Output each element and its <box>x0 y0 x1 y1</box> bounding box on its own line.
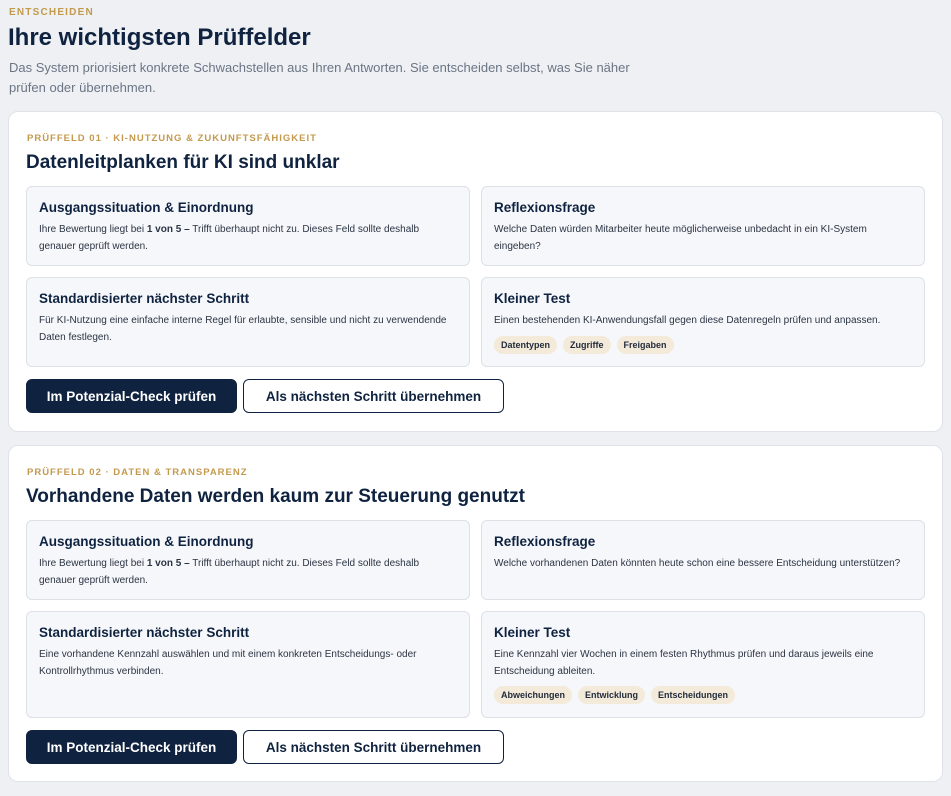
tag: Freigaben <box>616 335 674 354</box>
page-description: Das System priorisiert konkrete Schwachs… <box>9 60 630 95</box>
tag-list: Datentypen Zugriffe Freigaben <box>494 335 912 354</box>
test-box: Kleiner Test Einen bestehenden KI-Anwend… <box>481 277 925 367</box>
situation-text: Ihre Bewertung liegt bei 1 von 5 – Triff… <box>39 558 420 586</box>
situation-box: Ausgangssituation & Einordnung Ihre Bewe… <box>26 186 470 266</box>
situation-title: Ausgangssituation & Einordnung <box>39 200 254 215</box>
next-step-text: Für KI-Nutzung eine einfache interne Reg… <box>39 315 447 343</box>
situation-box: Ausgangssituation & Einordnung Ihre Bewe… <box>26 520 470 600</box>
field-eyebrow: PRÜFFELD 01 · KI-NUTZUNG & ZUKUNFTSFÄHIG… <box>27 133 317 144</box>
test-text: Eine Kennzahl vier Wochen in einem feste… <box>494 649 874 677</box>
reflection-box: Reflexionsfrage Welche Daten würden Mita… <box>481 186 925 266</box>
test-box: Kleiner Test Eine Kennzahl vier Wochen i… <box>481 611 925 718</box>
field-title: Datenleitplanken für KI sind unklar <box>26 152 340 173</box>
potential-check-button[interactable]: Im Potenzial-Check prüfen <box>26 730 237 764</box>
next-step-box: Standardisierter nächster Schritt Eine v… <box>26 611 470 718</box>
tag: Datentypen <box>494 335 558 354</box>
potential-check-button[interactable]: Im Potenzial-Check prüfen <box>26 379 237 413</box>
adopt-next-step-button[interactable]: Als nächsten Schritt übernehmen <box>243 379 504 413</box>
reflection-text: Welche vorhandenen Daten könnten heute s… <box>494 558 901 569</box>
tag: Entwicklung <box>578 686 646 704</box>
reflection-title: Reflexionsfrage <box>494 200 596 215</box>
reflection-box: Reflexionsfrage Welche vorhandenen Daten… <box>481 520 925 600</box>
field-card-02: PRÜFFELD 02 · DATEN & TRANSPARENZ Vorhan… <box>8 445 943 782</box>
page-title: Ihre wichtigsten Prüffelder <box>8 24 311 51</box>
field-title: Vorhandene Daten werden kaum zur Steueru… <box>26 486 525 507</box>
tag: Entscheidungen <box>651 686 736 704</box>
adopt-next-step-button[interactable]: Als nächsten Schritt übernehmen <box>243 730 504 764</box>
field-card-01: PRÜFFELD 01 · KI-NUTZUNG & ZUKUNFTSFÄHIG… <box>8 111 943 432</box>
test-title: Kleiner Test <box>494 625 571 640</box>
test-title: Kleiner Test <box>494 291 571 306</box>
tag: Abweichungen <box>494 686 573 704</box>
situation-title: Ausgangssituation & Einordnung <box>39 534 254 549</box>
page: ENTSCHEIDEN Ihre wichtigsten Prüffelder … <box>0 0 951 796</box>
situation-text: Ihre Bewertung liegt bei 1 von 5 – Triff… <box>39 224 420 252</box>
tag: Zugriffe <box>563 335 611 354</box>
field-eyebrow: PRÜFFELD 02 · DATEN & TRANSPARENZ <box>27 467 248 478</box>
next-step-title: Standardisierter nächster Schritt <box>39 291 250 306</box>
reflection-text: Welche Daten würden Mitarbeiter heute mö… <box>494 224 867 252</box>
tag-list: Abweichungen Entwicklung Entscheidungen <box>494 686 912 704</box>
test-text: Einen bestehenden KI-Anwendungsfall gege… <box>494 315 881 326</box>
next-step-box: Standardisierter nächster Schritt Für KI… <box>26 277 470 367</box>
next-step-title: Standardisierter nächster Schritt <box>39 625 250 640</box>
reflection-title: Reflexionsfrage <box>494 534 596 549</box>
section-eyebrow: ENTSCHEIDEN <box>9 7 94 18</box>
next-step-text: Eine vorhandene Kennzahl auswählen und m… <box>39 649 417 677</box>
